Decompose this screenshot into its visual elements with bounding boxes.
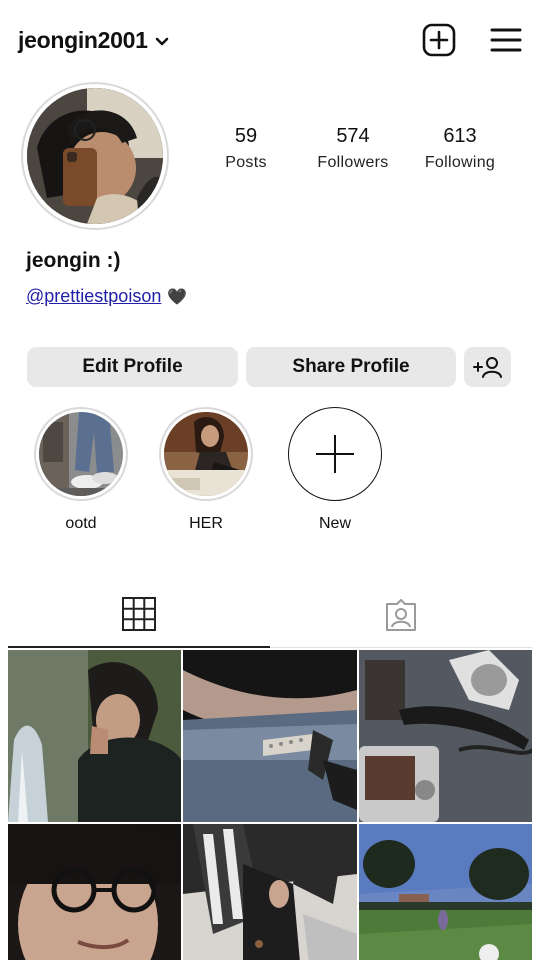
avatar-image <box>27 88 163 224</box>
highlight-her-cover <box>164 412 248 496</box>
highlight-label: ootd <box>65 515 97 532</box>
discover-people-button[interactable] <box>464 347 511 387</box>
post-thumbnail[interactable] <box>8 650 182 822</box>
post-thumbnail[interactable] <box>183 824 357 960</box>
profile-stats: 59 Posts 574 Followers 613 Following <box>196 125 510 172</box>
highlight-her[interactable]: HER <box>158 407 254 533</box>
black-heart-emoji: 🖤 <box>167 288 188 306</box>
following-count: 613 <box>443 125 477 147</box>
bio: @prettiestpoison 🖤 <box>26 286 187 307</box>
post-thumbnail[interactable] <box>358 824 532 960</box>
highlight-label: HER <box>189 515 223 532</box>
posts-grid <box>8 650 532 960</box>
edit-profile-button[interactable]: Edit Profile <box>27 347 238 387</box>
add-person-icon <box>472 357 502 378</box>
tab-posts-grid[interactable] <box>8 590 270 648</box>
new-post-button[interactable] <box>422 23 456 57</box>
following-label: Following <box>424 154 496 171</box>
stat-posts[interactable]: 59 Posts <box>196 125 296 172</box>
menu-icon <box>490 28 522 52</box>
post-thumbnail[interactable] <box>8 824 182 960</box>
stat-following[interactable]: 613 Following <box>410 125 510 172</box>
profile-tabs <box>8 590 532 648</box>
highlight-label: New <box>318 515 351 532</box>
posts-count: 59 <box>234 125 258 147</box>
menu-button[interactable] <box>490 26 522 54</box>
grid-icon <box>122 597 156 631</box>
account-switcher[interactable]: jeongin2001 <box>18 27 170 54</box>
username: jeongin2001 <box>18 26 148 53</box>
stat-followers[interactable]: 574 Followers <box>303 125 403 172</box>
posts-label: Posts <box>225 154 267 171</box>
chevron-down-icon <box>155 37 168 46</box>
profile-avatar[interactable] <box>21 82 169 230</box>
followers-count: 574 <box>336 125 370 147</box>
post-thumbnail[interactable] <box>358 650 532 822</box>
display-name: jeongin :) <box>26 249 121 272</box>
tab-tagged[interactable] <box>270 590 532 648</box>
highlight-new[interactable]: New <box>287 407 383 533</box>
share-profile-button[interactable]: Share Profile <box>246 347 456 387</box>
tagged-icon <box>386 599 416 631</box>
highlight-ootd-cover <box>39 412 123 496</box>
highlight-ootd[interactable]: ootd <box>33 407 129 533</box>
post-thumbnail[interactable] <box>183 650 357 822</box>
plus-icon <box>316 435 354 473</box>
followers-label: Followers <box>317 154 389 171</box>
new-post-icon <box>422 23 456 57</box>
profile-header: jeongin2001 <box>18 18 522 62</box>
bio-mention-link[interactable]: @prettiestpoison <box>26 286 161 307</box>
